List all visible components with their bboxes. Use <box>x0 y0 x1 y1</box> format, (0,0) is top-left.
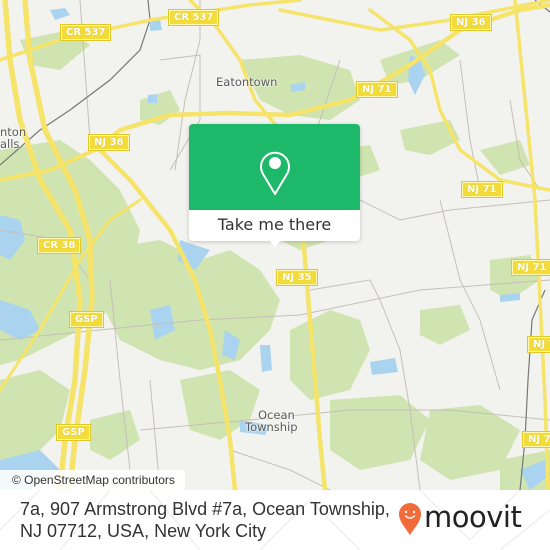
map-attribution[interactable]: © OpenStreetMap contributors <box>0 470 185 490</box>
road-shield-nj71: NJ 71 <box>462 182 502 197</box>
destination-popup: Take me there <box>189 124 360 247</box>
map-pin-icon <box>260 151 290 195</box>
take-me-there-button[interactable]: Take me there <box>189 210 360 241</box>
road-shield-nj36: NJ 36 <box>89 135 129 150</box>
place-label-tinton-falls-2: alls <box>0 137 20 151</box>
moovit-wordmark: moovit <box>424 500 522 534</box>
road-shield-cr537: CR 537 <box>169 10 219 25</box>
place-label-township: Township <box>245 420 298 434</box>
road-shield-nj71: NJ 71 <box>512 260 550 275</box>
road-shield-cr38: CR 38 <box>38 238 81 253</box>
road-shield-nj71: NJ 7 <box>523 432 550 447</box>
road-shield-nj71: NJ 71 <box>357 82 397 97</box>
place-label-eatontown: Eatontown <box>216 75 278 89</box>
moovit-pin-icon <box>399 503 421 535</box>
map-view[interactable]: Eatontown nton alls Ocean Township CR 53… <box>0 0 550 490</box>
road-shield-nj36: NJ 36 <box>451 15 491 30</box>
road-shield-cr537: CR 537 <box>61 25 111 40</box>
footer: 7a, 907 Armstrong Blvd #7a, Ocean Townsh… <box>0 490 550 550</box>
popup-pointer <box>269 240 281 247</box>
address-text: 7a, 907 Armstrong Blvd #7a, Ocean Townsh… <box>20 499 390 541</box>
moovit-logo[interactable]: moovit <box>398 498 538 538</box>
road-shield-gsp: GSP <box>57 425 90 440</box>
road-shield-nj35: NJ 35 <box>277 270 317 285</box>
road-shield-nj71: NJ 7 <box>528 337 550 352</box>
road-shield-gsp: GSP <box>70 312 103 327</box>
popup-header <box>189 124 360 210</box>
